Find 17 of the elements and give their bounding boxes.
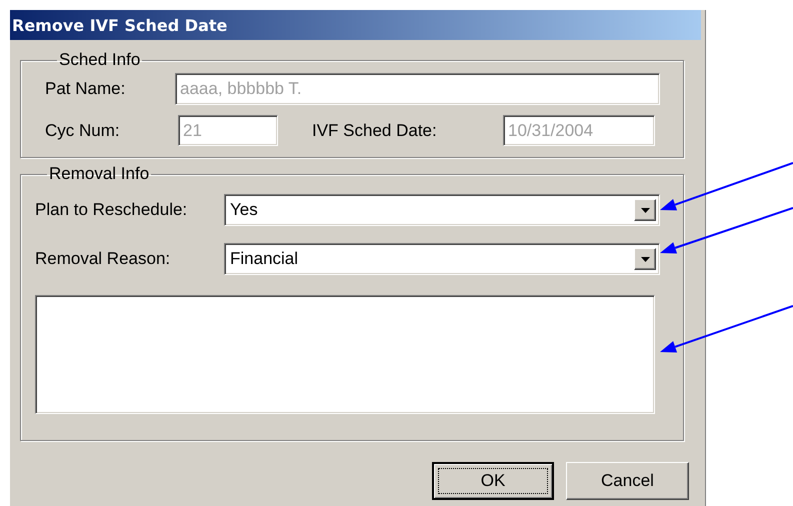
caret-icon bbox=[640, 256, 650, 262]
dropdown-field[interactable]: Financial bbox=[224, 243, 660, 275]
notes-field[interactable] bbox=[35, 295, 655, 414]
ok-button[interactable]: OK bbox=[432, 462, 554, 500]
caret-icon bbox=[640, 208, 650, 212]
group-title: Removal Info bbox=[48, 164, 150, 184]
field-label: Removal Reason: bbox=[35, 249, 172, 269]
cancel-button[interactable]: Cancel bbox=[566, 462, 689, 500]
field-label: Pat Name: bbox=[45, 79, 126, 99]
field-label: Plan to Reschedule: bbox=[35, 200, 188, 220]
group-title: Sched Info bbox=[58, 50, 142, 70]
window-title: Remove IVF Sched Date bbox=[10, 10, 701, 40]
dropdown-field[interactable]: Yes bbox=[224, 194, 660, 226]
dropdown-button[interactable] bbox=[634, 248, 656, 270]
dropdown-button[interactable] bbox=[634, 199, 656, 221]
field-label: Cyc Num: bbox=[45, 120, 121, 140]
field-label: IVF Sched Date: bbox=[312, 120, 438, 140]
